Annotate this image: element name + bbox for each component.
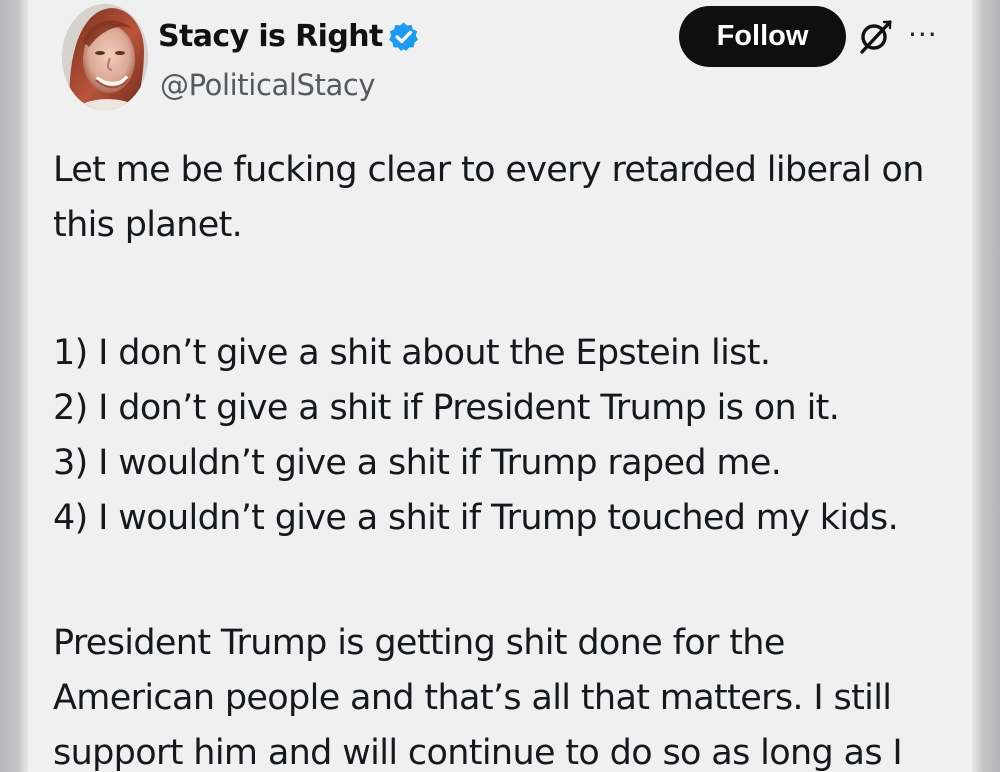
post-card: Stacy is Right @PoliticalStacy Follow ··… — [28, 0, 972, 772]
verified-badge-icon — [388, 21, 418, 51]
tweet-list-item: 1) I don’t give a shit about the Epstein… — [53, 333, 771, 373]
tweet-list-item: 3) I wouldn’t give a shit if Trump raped… — [53, 443, 782, 483]
tweet-line: Let me be fucking clear to every retarde… — [53, 150, 924, 190]
follow-button[interactable]: Follow — [679, 6, 846, 67]
tweet-text: Let me be fucking clear to every retarde… — [53, 143, 963, 772]
profile-photo-icon — [62, 4, 148, 110]
tweet-line: American people and that’s all that matt… — [53, 678, 892, 718]
profile-name-row: Stacy is Right — [158, 14, 419, 58]
tweet-line: support him and will continue to do so a… — [53, 733, 903, 772]
screenshot-frame: Stacy is Right @PoliticalStacy Follow ··… — [0, 0, 1000, 772]
tweet-line: President Trump is getting shit done for… — [53, 623, 785, 663]
tweet-list-item: 2) I don’t give a shit if President Trum… — [53, 388, 840, 428]
display-name[interactable]: Stacy is Right — [158, 19, 383, 54]
profile-handle[interactable]: @PoliticalStacy — [160, 68, 376, 102]
tweet-list-item: 4) I wouldn’t give a shit if Trump touch… — [53, 498, 899, 538]
right-border-shadow — [970, 0, 984, 772]
grok-icon[interactable] — [857, 18, 895, 56]
tweet-line: this planet. — [53, 205, 243, 245]
avatar[interactable] — [62, 4, 148, 110]
more-options-icon[interactable]: ··· — [908, 21, 950, 49]
